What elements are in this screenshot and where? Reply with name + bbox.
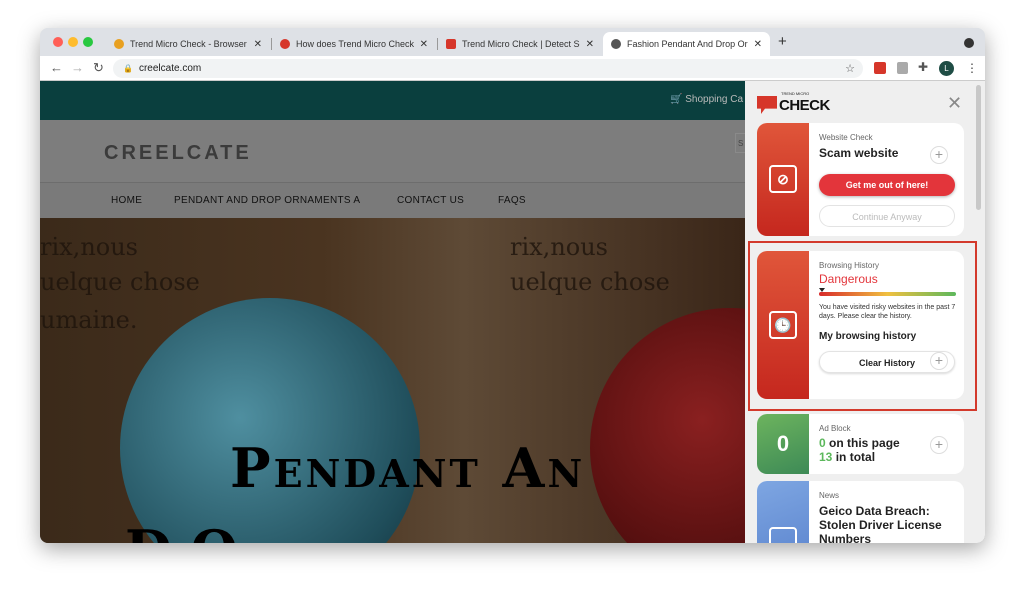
expand-plus-icon[interactable]: +: [930, 146, 948, 164]
search-input[interactable]: S: [735, 133, 745, 153]
hero-banner: rix,nous uelque chose umaine. rix,nous u…: [40, 218, 745, 543]
my-browsing-history-link[interactable]: My browsing history: [819, 331, 956, 342]
risk-pointer: [819, 288, 825, 292]
tab-fashion-pendant[interactable]: Fashion Pendant And Drop Orn ✕: [603, 32, 770, 56]
trend-micro-check-panel: TREND MICRO CHECK ✕ ⊘ Website Check Scam …: [745, 81, 985, 543]
url-bar[interactable]: 🔒 creelcate.com ☆: [113, 59, 863, 78]
page-content: 🛒 Shopping Ca CREELCATE S HOME PENDANT AN…: [40, 81, 985, 543]
tab-search-icon[interactable]: [964, 38, 974, 48]
website-check-card: ⊘ Website Check Scam website + Get me ou…: [757, 123, 964, 236]
red-ornament-image: [590, 308, 745, 543]
tab-how-does[interactable]: How does Trend Micro Check w ✕: [272, 32, 436, 56]
continue-anyway-button[interactable]: Continue Anyway: [819, 205, 955, 227]
history-status: Dangerous: [819, 272, 878, 286]
blocked-site-icon: ⊘: [769, 165, 797, 193]
news-icon: [769, 527, 797, 543]
tab-bar: Trend Micro Check - Browser S ✕ How does …: [40, 28, 985, 56]
panel-scrollbar[interactable]: [976, 85, 981, 210]
forward-icon[interactable]: →: [71, 60, 84, 75]
risk-meter: [819, 288, 956, 296]
news-card[interactable]: News Geico Data Breach: Stolen Driver Li…: [757, 481, 964, 543]
nav-pendant[interactable]: PENDANT AND DROP ORNAMENTS A: [174, 195, 360, 206]
ad-block-count: 0: [776, 431, 790, 456]
bookmark-star-icon[interactable]: ☆: [845, 62, 855, 75]
new-tab-button[interactable]: +: [778, 33, 787, 50]
browser-window: Trend Micro Check - Browser S ✕ How does …: [40, 28, 985, 543]
tab-trend-micro-check[interactable]: Trend Micro Check - Browser S ✕: [106, 32, 270, 56]
address-toolbar: ← → ↻ 🔒 creelcate.com ☆ ✚ L ⋮: [40, 56, 985, 81]
minimize-window-button[interactable]: [68, 37, 78, 47]
menu-kebab-icon[interactable]: ⋮: [966, 61, 978, 75]
profile-avatar[interactable]: L: [939, 61, 954, 76]
puzzle-extensions-icon[interactable]: ✚: [918, 60, 928, 74]
website: 🛒 Shopping Ca CREELCATE S HOME PENDANT AN…: [40, 81, 745, 543]
site-logo[interactable]: CREELCATE: [104, 142, 252, 165]
close-panel-icon[interactable]: ✕: [947, 93, 962, 114]
nav-faqs[interactable]: FAQS: [498, 195, 526, 206]
nav-home[interactable]: HOME: [111, 195, 142, 206]
clock-chat-icon: 🕒: [769, 311, 797, 339]
hero-title-line2: D O: [125, 518, 238, 543]
expand-plus-icon[interactable]: +: [930, 352, 948, 370]
trend-micro-extension-icon[interactable]: [874, 62, 886, 74]
extension-icon[interactable]: [897, 62, 908, 74]
globe-icon: [611, 39, 621, 49]
favicon-icon: [446, 39, 456, 49]
close-tab-icon[interactable]: ✕: [420, 39, 428, 50]
zoom-window-button[interactable]: [83, 37, 93, 47]
close-tab-icon[interactable]: ✕: [754, 39, 762, 50]
back-icon[interactable]: ←: [50, 60, 63, 75]
site-nav: HOME PENDANT AND DROP ORNAMENTS A CONTAC…: [40, 183, 745, 218]
favicon-icon: [114, 39, 124, 49]
favicon-icon: [280, 39, 290, 49]
close-tab-icon[interactable]: ✕: [254, 39, 262, 50]
blue-ornament-image: [120, 298, 420, 543]
close-window-button[interactable]: [53, 37, 63, 47]
hero-title: Pendant An: [230, 436, 586, 500]
reload-icon[interactable]: ↻: [93, 60, 104, 76]
expand-plus-icon[interactable]: +: [930, 436, 948, 454]
trend-micro-check-logo: TREND MICRO CHECK: [757, 91, 830, 114]
nav-contact[interactable]: CONTACT US: [397, 195, 464, 206]
tab-detect-scams[interactable]: Trend Micro Check | Detect Sc ✕: [438, 32, 602, 56]
close-tab-icon[interactable]: ✕: [586, 39, 594, 50]
get-me-out-button[interactable]: Get me out of here!: [819, 174, 955, 196]
browsing-history-card: 🕒 Browsing History Dangerous You have vi…: [757, 251, 964, 399]
shopping-cart-link[interactable]: 🛒 Shopping Ca: [670, 94, 743, 105]
news-headline[interactable]: Geico Data Breach: Stolen Driver License…: [819, 504, 956, 543]
ad-block-card: 0 Ad Block 0 on this page 13 in total +: [757, 414, 964, 474]
lock-icon: 🔒: [123, 64, 133, 73]
